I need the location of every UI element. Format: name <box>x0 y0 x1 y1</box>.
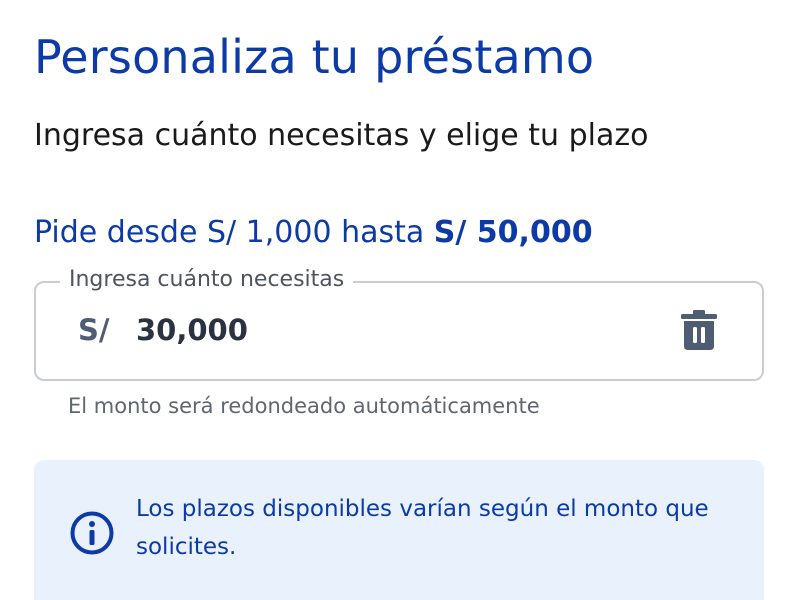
info-banner-text: Los plazos disponibles varían según el m… <box>136 496 709 560</box>
loan-range-max: S/ 50,000 <box>433 215 593 250</box>
loan-range-text: Pide desde S/ 1,000 hasta S/ 50,000 <box>34 215 593 250</box>
info-banner: Los plazos disponibles varían según el m… <box>34 460 764 600</box>
page-subtitle: Ingresa cuánto necesitas y elige tu plaz… <box>34 118 649 153</box>
loan-range-prefix: Pide desde S/ 1,000 hasta <box>34 215 434 250</box>
info-icon <box>70 511 114 555</box>
amount-input[interactable] <box>136 307 536 353</box>
amount-helper-text: El monto será redondeado automáticamente <box>68 394 540 418</box>
page-title: Personaliza tu préstamo <box>34 30 595 84</box>
loan-customize-screen: Personaliza tu préstamo Ingresa cuánto n… <box>0 0 800 600</box>
amount-field-label: Ingresa cuánto necesitas <box>60 267 354 292</box>
clear-amount-button[interactable] <box>676 307 722 353</box>
trash-icon <box>681 310 717 350</box>
amount-field[interactable]: Ingresa cuánto necesitas S/ <box>34 267 764 381</box>
currency-symbol: S/ <box>78 313 110 347</box>
